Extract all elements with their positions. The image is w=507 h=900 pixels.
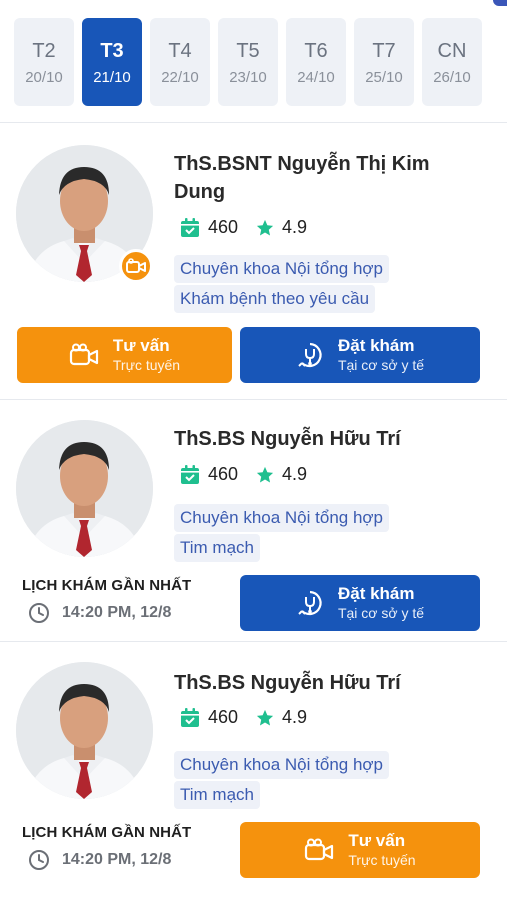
day-date: 21/10: [93, 68, 131, 86]
day-date: 25/10: [365, 68, 403, 86]
doctor-card: ThS.BS Nguyễn Hữu Trí 460 4.9 Chuyên kho…: [0, 642, 507, 892]
day-weekday: T3: [100, 39, 124, 62]
appointment-count: 460: [208, 464, 239, 484]
doctor-name[interactable]: ThS.BSNT Nguyễn Thị Kim Dung: [174, 150, 474, 206]
book-appointment-title: Đặt khám: [337, 584, 415, 603]
star-icon: [256, 466, 274, 484]
doctor-avatar[interactable]: [16, 420, 153, 557]
next-schedule-time: 14:20 PM, 12/8: [62, 604, 172, 621]
video-camera-icon: [69, 343, 99, 367]
online-consult-title: Tư vấn: [348, 831, 406, 850]
day-date: 20/10: [25, 68, 63, 86]
online-consult-button[interactable]: Tư vấn Trực tuyến: [240, 822, 480, 878]
video-camera-icon: [126, 258, 146, 273]
online-consult-subtitle: Trực tuyến: [112, 357, 181, 373]
book-appointment-subtitle: Tại cơ sở y tế: [337, 605, 425, 621]
doctor-rating: 4.9: [282, 217, 308, 237]
doctor-photo-icon: [16, 420, 153, 557]
next-schedule: 14:20 PM, 12/8: [28, 849, 171, 871]
online-consult-title: Tư vấn: [112, 336, 170, 355]
top-edge: [0, 0, 507, 6]
doctor-avatar[interactable]: [16, 662, 153, 799]
next-schedule: 14:20 PM, 12/8: [28, 602, 171, 624]
doctor-card: ThS.BSNT Nguyễn Thị Kim Dung 460 4.9 Chu…: [0, 123, 507, 398]
day-weekday: T6: [304, 39, 328, 62]
day-weekday: CN: [437, 39, 467, 62]
date-selector: T2 20/10 T3 21/10 T4 22/10 T5 23/10 T6 24/10 …: [14, 18, 482, 106]
stethoscope-icon: [296, 341, 324, 369]
doctor-stats: 460 4.9: [180, 707, 307, 728]
day-weekday: T5: [236, 39, 260, 62]
book-appointment-title: Đặt khám: [337, 336, 415, 355]
day-tab-t5[interactable]: T5 23/10: [218, 18, 278, 106]
appointment-count: 460: [208, 217, 239, 237]
star-icon: [256, 709, 274, 727]
specialty-tag: Chuyên khoa Nội tổng hợp: [174, 504, 390, 532]
calendar-icon: [180, 217, 200, 238]
specialty-tag: Tim mạch: [174, 781, 260, 809]
day-tab-t3[interactable]: T3 21/10: [82, 18, 142, 106]
doctor-rating: 4.9: [282, 707, 308, 727]
doctor-name[interactable]: ThS.BS Nguyễn Hữu Trí: [174, 425, 474, 453]
video-consult-badge: [119, 249, 153, 283]
doctor-stats: 460 4.9: [180, 464, 307, 485]
day-weekday: T7: [372, 39, 396, 62]
calendar-icon: [180, 464, 200, 485]
star-icon: [256, 219, 274, 237]
book-appointment-button[interactable]: Đặt khám Tại cơ sở y tế: [240, 327, 480, 383]
clock-icon: [28, 602, 50, 624]
day-weekday: T4: [168, 39, 192, 62]
day-weekday: T2: [32, 39, 56, 62]
doctor-card: ThS.BS Nguyễn Hữu Trí 460 4.9 Chuyên kho…: [0, 400, 507, 640]
specialty-tag: Khám bệnh theo yêu cầu: [174, 285, 376, 313]
video-camera-icon: [304, 838, 334, 862]
doctor-name[interactable]: ThS.BS Nguyễn Hữu Trí: [174, 669, 474, 697]
day-date: 24/10: [297, 68, 335, 86]
clock-icon: [28, 849, 50, 871]
specialty-tag: Chuyên khoa Nội tổng hợp: [174, 255, 390, 283]
online-consult-subtitle: Trực tuyến: [348, 852, 416, 868]
specialty-tag: Tim mạch: [174, 534, 260, 562]
day-tab-t6[interactable]: T6 24/10: [286, 18, 346, 106]
day-date: 22/10: [161, 68, 199, 86]
book-appointment-button[interactable]: Đặt khám Tại cơ sở y tế: [240, 575, 480, 631]
day-date: 26/10: [433, 68, 471, 86]
specialty-tag: Chuyên khoa Nội tổng hợp: [174, 751, 390, 779]
next-schedule-time: 14:20 PM, 12/8: [62, 851, 172, 868]
online-consult-button[interactable]: Tư vấn Trực tuyến: [17, 327, 232, 383]
day-date: 23/10: [229, 68, 267, 86]
book-appointment-subtitle: Tại cơ sở y tế: [337, 357, 425, 373]
day-tab-cn[interactable]: CN 26/10: [422, 18, 482, 106]
day-tab-t7[interactable]: T7 25/10: [354, 18, 414, 106]
day-tab-t2[interactable]: T2 20/10: [14, 18, 74, 106]
doctor-photo-icon: [16, 662, 153, 799]
stethoscope-icon: [296, 589, 324, 617]
day-tab-t4[interactable]: T4 22/10: [150, 18, 210, 106]
calendar-icon: [180, 707, 200, 728]
top-edge-accent: [493, 0, 507, 6]
doctor-stats: 460 4.9: [180, 217, 307, 238]
next-schedule-label: LỊCH KHÁM GẦN NHẤT: [22, 824, 192, 841]
doctor-rating: 4.9: [282, 464, 308, 484]
appointment-count: 460: [208, 707, 239, 727]
next-schedule-label: LỊCH KHÁM GẦN NHẤT: [22, 577, 192, 594]
